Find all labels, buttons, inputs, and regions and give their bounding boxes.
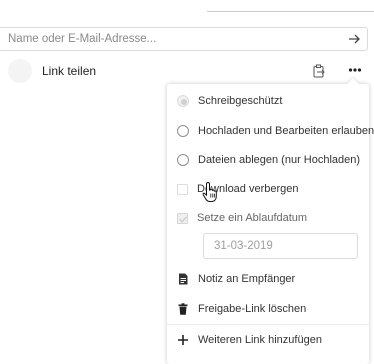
radio-checked-icon: [177, 95, 189, 107]
note-icon: [179, 273, 188, 285]
option-file-drop[interactable]: Dateien ablegen (nur Hochladen): [167, 145, 369, 175]
option-hide-download[interactable]: Download verbergen: [167, 174, 369, 204]
action-note-to-recipient[interactable]: Notiz an Empfänger: [167, 264, 369, 294]
radio-icon: [177, 125, 189, 137]
option-set-expiration[interactable]: Setze ein Ablaufdatum: [167, 203, 369, 233]
share-submit-button[interactable]: [341, 27, 367, 51]
share-link-row: Link teilen: [8, 59, 368, 83]
option-read-only[interactable]: Schreibgeschützt: [167, 86, 369, 116]
option-read-only-label: Schreibgeschützt: [198, 95, 283, 107]
option-allow-upload-edit[interactable]: Hochladen und Bearbeiten erlauben: [167, 116, 374, 146]
checkbox-checked-icon: [177, 212, 188, 224]
top-divider: [207, 11, 374, 12]
share-link-label: Link teilen: [42, 64, 97, 78]
checkbox-icon: [177, 183, 188, 195]
more-dots-icon: [348, 68, 362, 72]
action-note-label: Notiz an Empfänger: [198, 273, 296, 285]
option-allow-upload-edit-label: Hochladen und Bearbeiten erlauben: [198, 125, 374, 137]
plus-icon: [178, 335, 188, 345]
action-add-another-link[interactable]: Weiteren Link hinzufügen: [167, 325, 369, 355]
link-avatar: [8, 59, 32, 83]
option-set-expiration-label: Setze ein Ablaufdatum: [197, 212, 308, 224]
radio-icon: [177, 154, 189, 166]
share-with-input[interactable]: [0, 28, 341, 50]
option-file-drop-label: Dateien ablegen (nur Hochladen): [198, 154, 361, 166]
share-input-row: [0, 27, 368, 51]
option-hide-download-label: Download verbergen: [197, 183, 299, 195]
action-delete-link[interactable]: Freigabe-Link löschen: [167, 294, 369, 324]
trash-icon: [178, 303, 188, 315]
action-delete-label: Freigabe-Link löschen: [198, 303, 307, 315]
arrow-right-icon: [348, 34, 360, 44]
more-options-button[interactable]: [346, 61, 364, 79]
clipboard-icon[interactable]: [312, 64, 326, 78]
expiration-date-input[interactable]: 31-03-2019: [203, 233, 358, 259]
share-options-popover: Schreibgeschützt Hochladen und Bearbeite…: [167, 78, 374, 364]
action-add-link-label: Weiteren Link hinzufügen: [198, 334, 322, 346]
popover-arrow: [347, 78, 359, 84]
